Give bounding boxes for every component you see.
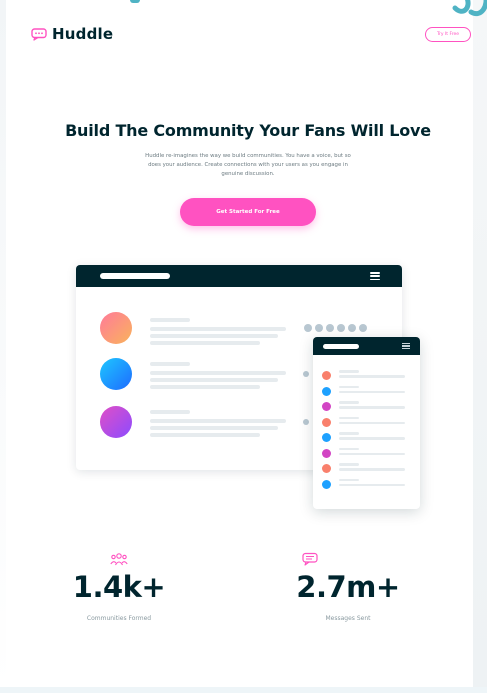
- top-accent-decoration: [130, 0, 140, 3]
- landing-page: Huddle Try It Free Build The Community Y…: [0, 0, 487, 693]
- mockup-row: [100, 406, 286, 440]
- hamburger-menu-icon: [370, 272, 380, 280]
- placeholder-line: [150, 327, 286, 331]
- placeholder-line: [150, 378, 278, 382]
- avatar: [100, 406, 132, 438]
- avatar: [322, 402, 331, 411]
- placeholder-line: [339, 401, 359, 404]
- placeholder-line: [339, 463, 359, 466]
- phone-list-item: [322, 385, 410, 396]
- placeholder-line: [339, 416, 359, 419]
- page-bottom-edge: [0, 687, 487, 693]
- mockup-title-placeholder: [100, 273, 170, 279]
- placeholder-line: [339, 432, 359, 435]
- placeholder-line: [150, 334, 278, 338]
- avatar: [322, 386, 331, 396]
- hero-description: Huddle re-imagines the way we build comm…: [145, 153, 351, 177]
- stat-communities: 1.4k+ Communities Formed: [59, 552, 179, 632]
- phone-list-item: [322, 416, 410, 427]
- mockup-row: [100, 312, 286, 346]
- page-edge-left: [0, 0, 6, 693]
- placeholder-line: [150, 318, 190, 322]
- placeholder-line: [339, 385, 359, 388]
- avatar: [322, 479, 331, 489]
- stat-value: 2.7m+: [296, 570, 400, 604]
- placeholder-line: [339, 478, 359, 481]
- avatar: [100, 312, 132, 344]
- avatar: [322, 433, 331, 442]
- placeholder-line: [150, 433, 260, 437]
- placeholder-line: [339, 468, 405, 471]
- placeholder-line: [150, 426, 278, 430]
- hero-title: Build The Community Your Fans Will Love: [65, 121, 431, 140]
- placeholder-line: [150, 362, 190, 366]
- phone-mockup-illustration: [313, 337, 420, 509]
- placeholder-line: [150, 371, 286, 375]
- phone-list-item: [322, 401, 410, 411]
- corner-swirl-decoration: [452, 0, 487, 16]
- placeholder-line: [150, 410, 190, 414]
- chat-bubble-logo-icon: [31, 27, 47, 41]
- dot-decoration: [303, 419, 309, 425]
- placeholder-line: [150, 419, 286, 423]
- hamburger-menu-icon: [402, 343, 410, 349]
- placeholder-line: [150, 341, 260, 345]
- phone-list-item: [322, 478, 410, 489]
- try-it-free-button[interactable]: Try It Free: [425, 27, 471, 42]
- placeholder-line: [150, 385, 260, 389]
- logo-text: Huddle: [52, 25, 114, 43]
- placeholder-line: [339, 375, 405, 378]
- phone-list-item: [322, 447, 410, 458]
- placeholder-line: [339, 406, 405, 409]
- page-edge-right: [473, 0, 487, 693]
- avatar: [322, 464, 331, 473]
- phone-header-bar: [313, 337, 420, 355]
- stat-label: Communities Formed: [86, 615, 152, 622]
- dot-decoration: [303, 371, 309, 377]
- placeholder-line: [339, 452, 405, 455]
- avatar: [100, 358, 132, 390]
- placeholder-line: [339, 483, 405, 486]
- phone-list-item: [322, 432, 410, 442]
- mockup-header-bar: [76, 265, 402, 287]
- avatar: [322, 371, 331, 380]
- communities-icon: [110, 553, 128, 566]
- placeholder-line: [339, 437, 405, 440]
- phone-list-item: [322, 370, 410, 380]
- placeholder-line: [339, 390, 405, 393]
- avatar: [322, 448, 331, 458]
- placeholder-line: [339, 421, 405, 424]
- phone-list-item: [322, 463, 410, 473]
- get-started-button[interactable]: Get Started For Free: [180, 198, 316, 226]
- phone-title-placeholder: [323, 344, 359, 349]
- placeholder-line: [339, 447, 359, 450]
- stat-messages: 2.7m+ Messages Sent: [288, 552, 408, 632]
- brand-logo[interactable]: Huddle: [31, 25, 113, 43]
- dot-row-decoration: [304, 324, 367, 332]
- messages-icon: [302, 552, 318, 566]
- avatar: [322, 417, 331, 427]
- stat-value: 1.4k+: [72, 570, 166, 604]
- placeholder-line: [339, 370, 359, 373]
- mockup-row: [100, 358, 286, 392]
- stat-label: Messages Sent: [325, 615, 371, 622]
